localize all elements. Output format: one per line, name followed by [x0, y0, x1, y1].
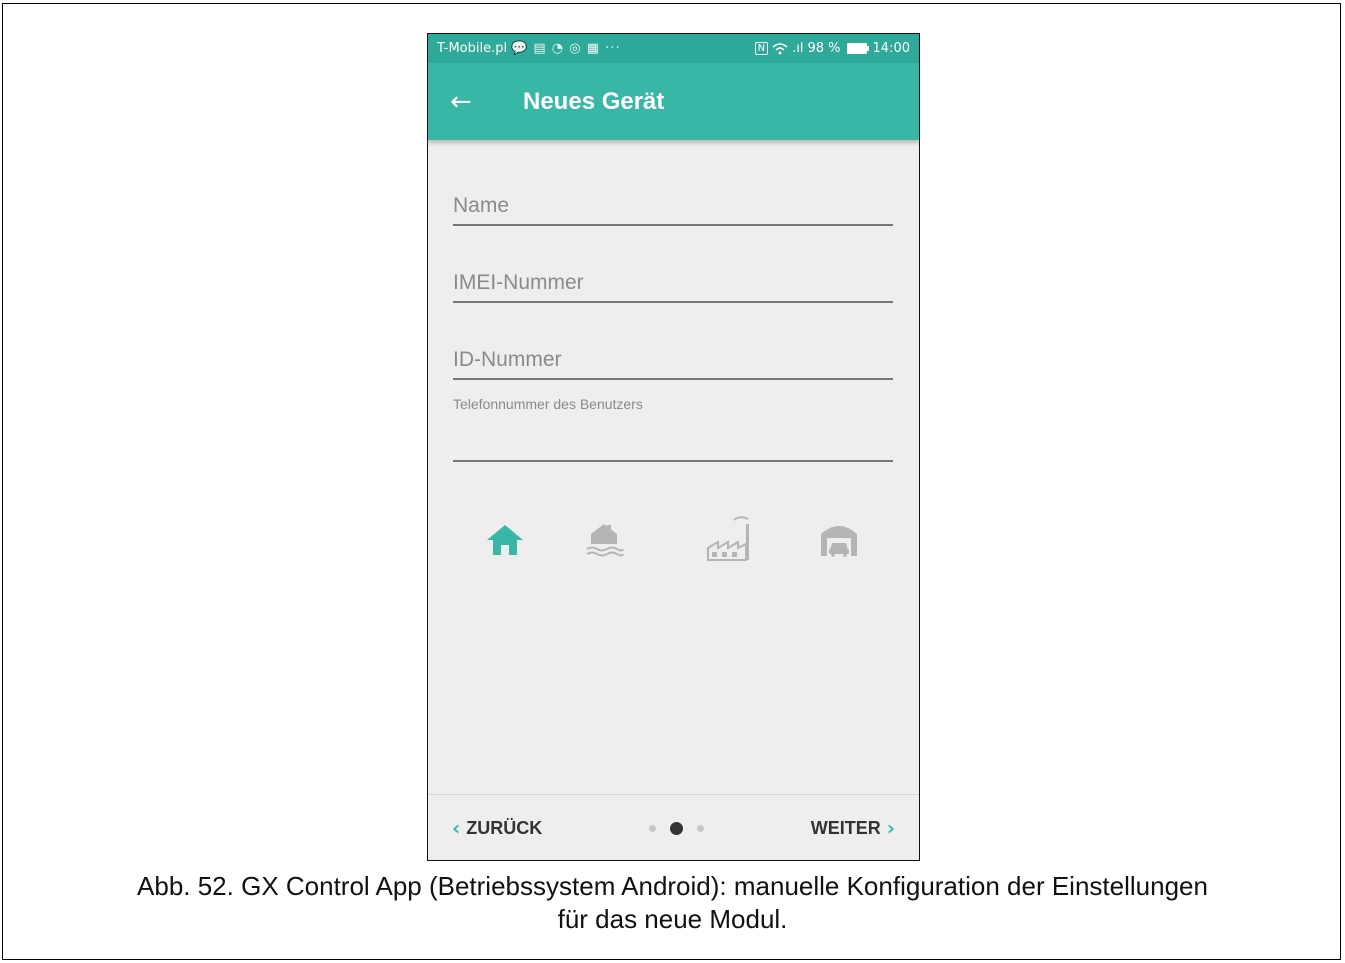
name-input[interactable]	[453, 194, 893, 224]
page-dot	[649, 824, 656, 832]
phone-field	[453, 430, 893, 462]
phone-number-input[interactable]	[453, 430, 893, 460]
battery-icon	[846, 43, 869, 54]
caption-line-2: für das neue Modul.	[557, 904, 788, 934]
clock: 14:00	[872, 41, 910, 56]
wizard-navigation: ‹ ZURÜCK WEITER ›	[428, 795, 919, 860]
page-dot	[697, 824, 704, 832]
imei-input[interactable]	[453, 271, 893, 301]
next-button-label: WEITER	[810, 817, 881, 838]
page-indicator	[649, 821, 704, 835]
page-dot-active	[670, 821, 683, 835]
battery-percent: 98 %	[807, 41, 841, 56]
house-by-water-icon[interactable]	[583, 520, 625, 560]
chevron-left-icon: ‹	[452, 816, 461, 840]
caption-line-1: Abb. 52. GX Control App (Betriebssystem …	[137, 871, 1208, 901]
imei-field	[453, 271, 893, 303]
signal-icon: .ıl	[792, 41, 804, 56]
back-button-label: ZURÜCK	[466, 817, 543, 838]
id-input[interactable]	[453, 348, 893, 378]
phone-screenshot: T-Mobile.pl 💬 ▤ ◔ ◎ ▦ ··· N .ıl 98 % 14:…	[427, 33, 920, 861]
device-type-selector	[428, 514, 919, 574]
next-button[interactable]: WEITER ›	[811, 816, 895, 840]
name-field	[453, 194, 893, 226]
page-title: Neues Gerät	[523, 87, 665, 115]
notification-icons: 💬 ▤ ◔ ◎ ▦ ···	[511, 41, 621, 56]
carrier-label: T-Mobile.pl	[437, 41, 508, 56]
factory-icon[interactable]	[704, 514, 756, 564]
house-icon[interactable]	[484, 522, 526, 558]
status-bar: T-Mobile.pl 💬 ▤ ◔ ◎ ▦ ··· N .ıl 98 % 14:…	[428, 34, 919, 63]
nfc-icon: N	[754, 42, 769, 55]
chevron-right-icon: ›	[886, 816, 895, 840]
garage-icon[interactable]	[817, 520, 861, 560]
wifi-icon	[772, 42, 788, 54]
figure-caption: Abb. 52. GX Control App (Betriebssystem …	[0, 870, 1345, 936]
back-arrow-icon[interactable]: ←	[428, 89, 502, 115]
back-button[interactable]: ‹ ZURÜCK	[452, 816, 542, 840]
phone-number-label: Telefonnummer des Benutzers	[453, 396, 643, 412]
id-field	[453, 348, 893, 380]
app-bar: ← Neues Gerät	[428, 63, 919, 140]
